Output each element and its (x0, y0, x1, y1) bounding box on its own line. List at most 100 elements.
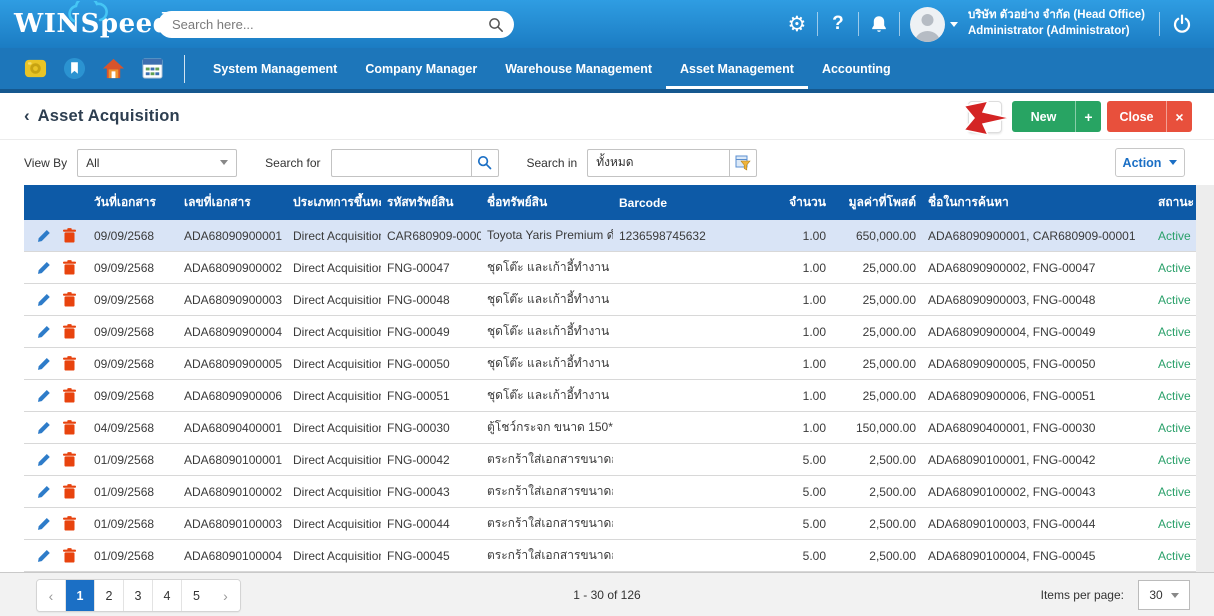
column-header-asset_code[interactable]: รหัสทรัพย์สิน (381, 193, 481, 212)
table-row[interactable]: 09/09/2568 ADA68090900001 Direct Acquisi… (24, 220, 1196, 252)
table-row[interactable]: 04/09/2568 ADA68090400001 Direct Acquisi… (24, 412, 1196, 444)
notifications-button[interactable] (859, 0, 899, 48)
header-actions: ⚙ ? บริษัท ตัวอย่าง จำกัด (Head Office) … (777, 0, 1204, 48)
edit-icon[interactable] (37, 357, 51, 371)
action-dropdown-button[interactable]: Action (1115, 148, 1185, 177)
column-header-qty[interactable]: จำนวน (772, 193, 832, 212)
delete-icon[interactable] (63, 324, 76, 339)
cell-search-name: ADA68090900006, FNG-00051 (922, 389, 1145, 403)
back-icon[interactable]: ‹ (24, 106, 30, 126)
edit-icon[interactable] (37, 325, 51, 339)
status-badge: Active (1145, 389, 1196, 403)
delete-icon[interactable] (63, 356, 76, 371)
nav-item-accounting[interactable]: Accounting (808, 48, 905, 89)
close-button[interactable]: Close × (1107, 101, 1192, 132)
logout-button[interactable] (1160, 0, 1204, 48)
view-by-select[interactable]: All (77, 149, 237, 177)
nav-item-company-manager[interactable]: Company Manager (351, 48, 491, 89)
edit-icon[interactable] (37, 517, 51, 531)
cell-asset-name: ชุดโต๊ะ และเก้าอี้ทำงาน 1 ชุด (481, 258, 613, 277)
cell-date: 04/09/2568 (88, 421, 178, 435)
table-row[interactable]: 01/09/2568 ADA68090100003 Direct Acquisi… (24, 508, 1196, 540)
column-header-date[interactable]: วันที่เอกสาร (88, 193, 178, 212)
items-per-page-select[interactable]: 30 (1138, 580, 1190, 610)
delete-icon[interactable] (63, 292, 76, 307)
delete-icon[interactable] (63, 516, 76, 531)
media-app-icon[interactable] (24, 57, 48, 81)
delete-icon[interactable] (63, 548, 76, 563)
cell-qty: 1.00 (772, 421, 832, 435)
column-header-search_name[interactable]: ชื่อในการค้นหา (922, 193, 1145, 212)
edit-icon[interactable] (37, 293, 51, 307)
prev-page-button[interactable]: ‹ (37, 580, 66, 611)
nav-item-asset-management[interactable]: Asset Management (666, 48, 808, 89)
delete-icon[interactable] (63, 228, 76, 243)
page-button-4[interactable]: 4 (153, 580, 182, 611)
page-button-1[interactable]: 1 (66, 580, 95, 611)
delete-icon[interactable] (63, 420, 76, 435)
column-header-doc_no[interactable]: เลขที่เอกสาร (178, 193, 287, 212)
new-button[interactable]: New + (1012, 101, 1101, 132)
close-x-icon[interactable]: × (1166, 101, 1192, 132)
column-header-reg_type[interactable]: ประเภทการขึ้นทะเบียน (287, 193, 381, 212)
next-page-button[interactable]: › (211, 580, 240, 611)
filter-columns-button[interactable] (729, 149, 757, 177)
delete-icon[interactable] (63, 484, 76, 499)
column-header-asset_name[interactable]: ชื่อทรัพย์สิน (481, 193, 613, 212)
bookmark-app-icon[interactable] (63, 57, 87, 81)
status-badge: Active (1145, 357, 1196, 371)
calendar-app-icon[interactable] (141, 57, 165, 81)
toolbar-icon-button[interactable] (968, 101, 1002, 133)
chevron-down-icon (220, 160, 228, 165)
cell-value: 2,500.00 (832, 453, 922, 467)
page-button-5[interactable]: 5 (182, 580, 211, 611)
column-header-value[interactable]: มูลค่าที่โพสต์ (832, 193, 922, 212)
cell-asset-name: ชุดโต๊ะ และเก้าอี้ทำงาน 1 ชุด (481, 386, 613, 405)
cell-asset-code: FNG-00051 (381, 389, 481, 403)
status-badge: Active (1145, 229, 1196, 243)
column-header-status[interactable]: สถานะ (1145, 193, 1196, 212)
edit-icon[interactable] (37, 549, 51, 563)
cell-date: 09/09/2568 (88, 325, 178, 339)
user-menu[interactable] (900, 7, 964, 42)
delete-icon[interactable] (63, 388, 76, 403)
home-app-icon[interactable] (102, 57, 126, 81)
table-row[interactable]: 01/09/2568 ADA68090100002 Direct Acquisi… (24, 476, 1196, 508)
cell-date: 09/09/2568 (88, 229, 178, 243)
search-for-input[interactable] (331, 149, 471, 177)
cell-search-name: ADA68090900003, FNG-00048 (922, 293, 1145, 307)
page-button-2[interactable]: 2 (95, 580, 124, 611)
table-row[interactable]: 01/09/2568 ADA68090100001 Direct Acquisi… (24, 444, 1196, 476)
search-icon[interactable] (488, 17, 504, 33)
app-logo[interactable]: WINSpeed (0, 0, 150, 48)
nav-item-warehouse-management[interactable]: Warehouse Management (491, 48, 666, 89)
column-header-barcode[interactable]: Barcode (613, 196, 772, 210)
cell-asset-code: FNG-00050 (381, 357, 481, 371)
page-button-3[interactable]: 3 (124, 580, 153, 611)
search-in-input[interactable] (587, 149, 729, 177)
plus-icon[interactable]: + (1075, 101, 1101, 132)
cell-qty: 5.00 (772, 453, 832, 467)
edit-icon[interactable] (37, 389, 51, 403)
settings-button[interactable]: ⚙ (777, 0, 817, 48)
cell-qty: 1.00 (772, 261, 832, 275)
edit-icon[interactable] (37, 261, 51, 275)
edit-icon[interactable] (37, 229, 51, 243)
table-row[interactable]: 09/09/2568 ADA68090900005 Direct Acquisi… (24, 348, 1196, 380)
cell-value: 2,500.00 (832, 485, 922, 499)
edit-icon[interactable] (37, 453, 51, 467)
table-row[interactable]: 09/09/2568 ADA68090900006 Direct Acquisi… (24, 380, 1196, 412)
delete-icon[interactable] (63, 260, 76, 275)
search-submit-button[interactable] (471, 149, 499, 177)
table-row[interactable]: 09/09/2568 ADA68090900003 Direct Acquisi… (24, 284, 1196, 316)
edit-icon[interactable] (37, 421, 51, 435)
delete-icon[interactable] (63, 452, 76, 467)
nav-item-system-management[interactable]: System Management (199, 48, 351, 89)
table-row[interactable]: 09/09/2568 ADA68090900002 Direct Acquisi… (24, 252, 1196, 284)
table-row[interactable]: 09/09/2568 ADA68090900004 Direct Acquisi… (24, 316, 1196, 348)
table-row[interactable]: 01/09/2568 ADA68090100004 Direct Acquisi… (24, 540, 1196, 572)
global-search-input[interactable] (172, 17, 488, 32)
cell-asset-name: ตระกร้าใส่เอกสารขนาดกลาง (481, 546, 613, 565)
help-button[interactable]: ? (818, 0, 858, 48)
edit-icon[interactable] (37, 485, 51, 499)
